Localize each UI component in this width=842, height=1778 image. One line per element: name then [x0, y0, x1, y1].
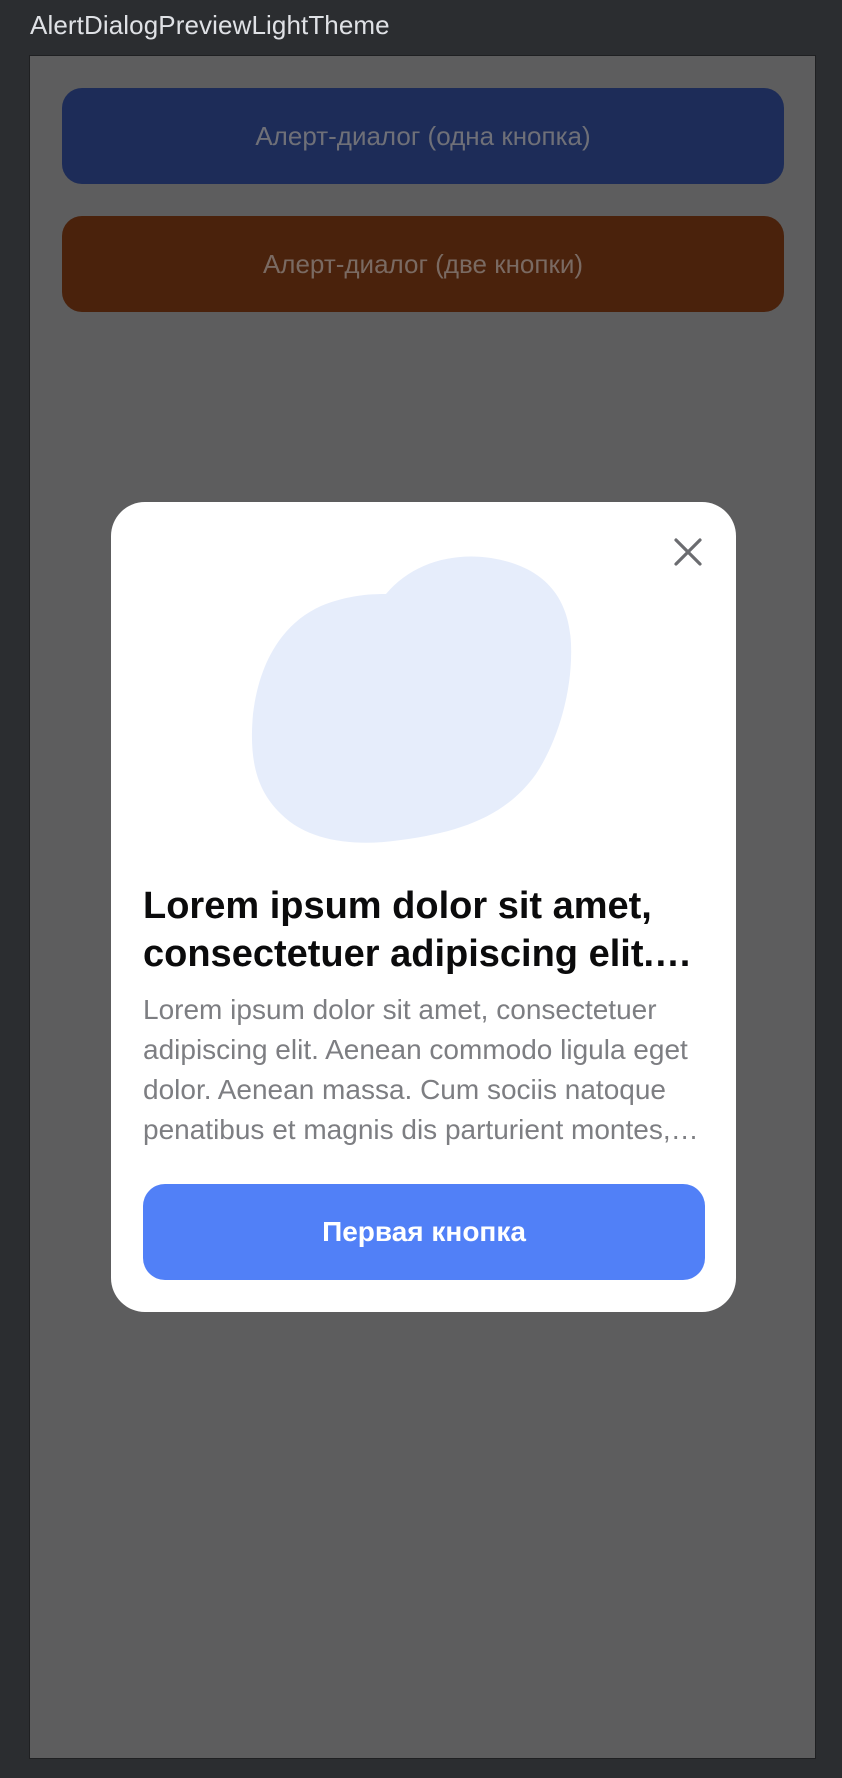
close-button[interactable]: [666, 530, 710, 574]
alert-two-buttons-button[interactable]: Алерт-диалог (две кнопки): [62, 216, 784, 312]
dialog-title: Lorem ipsum dolor sit amet, consectetuer…: [143, 885, 655, 975]
alert-dialog: Lorem ipsum dolor sit amet, consectetuer…: [111, 502, 736, 1312]
close-icon: [674, 538, 702, 566]
alert-one-button-button[interactable]: Алерт-диалог (одна кнопка): [62, 88, 784, 184]
preview-title: AlertDialogPreviewLightTheme: [30, 10, 390, 40]
blob-illustration: [251, 556, 572, 843]
preview-frame: Алерт-диалог (одна кнопка) Алерт-диалог …: [29, 55, 816, 1759]
primary-button[interactable]: Первая кнопка: [143, 1184, 705, 1280]
dialog-body-text: Lorem ipsum dolor sit amet, consectetuer…: [143, 994, 688, 1145]
